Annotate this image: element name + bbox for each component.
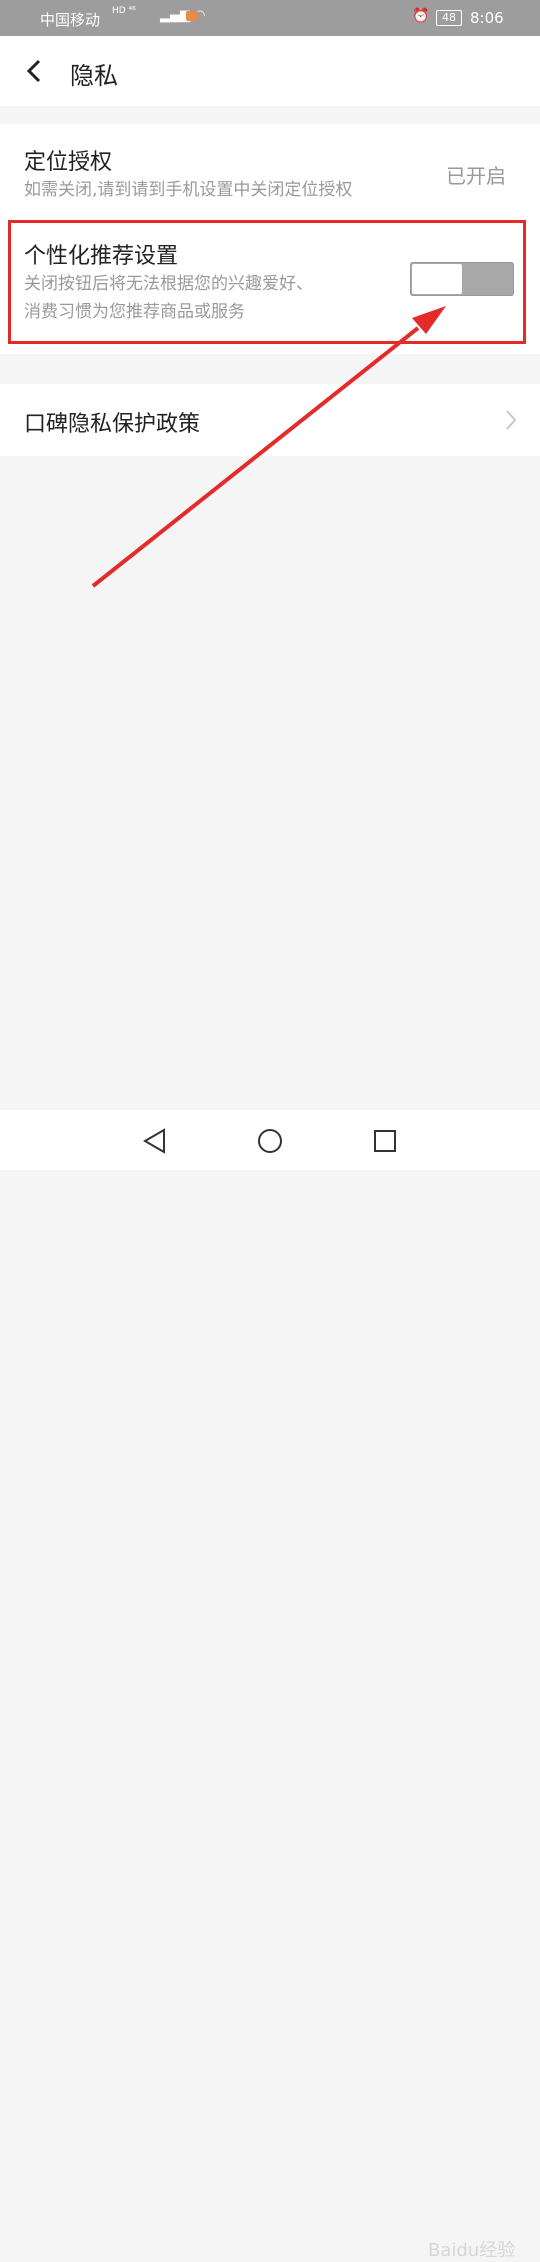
recording-icon: [186, 11, 198, 21]
watermark: Baidu经验: [428, 2240, 516, 2261]
back-arrow-icon[interactable]: [22, 58, 48, 84]
signal-wifi-icon: ▂▄▆ ◠: [160, 8, 206, 23]
highlight-box: [8, 220, 526, 344]
policy-row[interactable]: 口碑隐私保护政策: [0, 384, 540, 456]
nav-home-icon[interactable]: [255, 1126, 285, 1156]
location-title: 定位授权: [24, 150, 113, 175]
header: 隐私: [0, 36, 540, 106]
battery-indicator: 48: [436, 10, 462, 26]
location-status: 已开启: [446, 164, 506, 188]
network-indicator: HD ⁴⁶: [112, 6, 136, 16]
clock: 8:06: [470, 9, 504, 27]
alarm-icon: ⏰: [412, 8, 430, 24]
nav-recents-icon[interactable]: [370, 1126, 400, 1156]
page-title: 隐私: [70, 62, 118, 90]
chevron-right-icon: [506, 410, 517, 430]
nav-back-icon[interactable]: [140, 1126, 170, 1156]
system-nav-bar: Baidu经验: [0, 1110, 540, 2261]
status-bar: 中国移动 HD ⁴⁶ ▂▄▆ ◠ ⏰ 48 8:06: [0, 0, 540, 36]
carrier-label: 中国移动: [40, 11, 101, 29]
location-desc: 如需关闭,请到请到手机设置中关闭定位授权: [24, 180, 353, 200]
policy-title: 口碑隐私保护政策: [24, 412, 201, 437]
